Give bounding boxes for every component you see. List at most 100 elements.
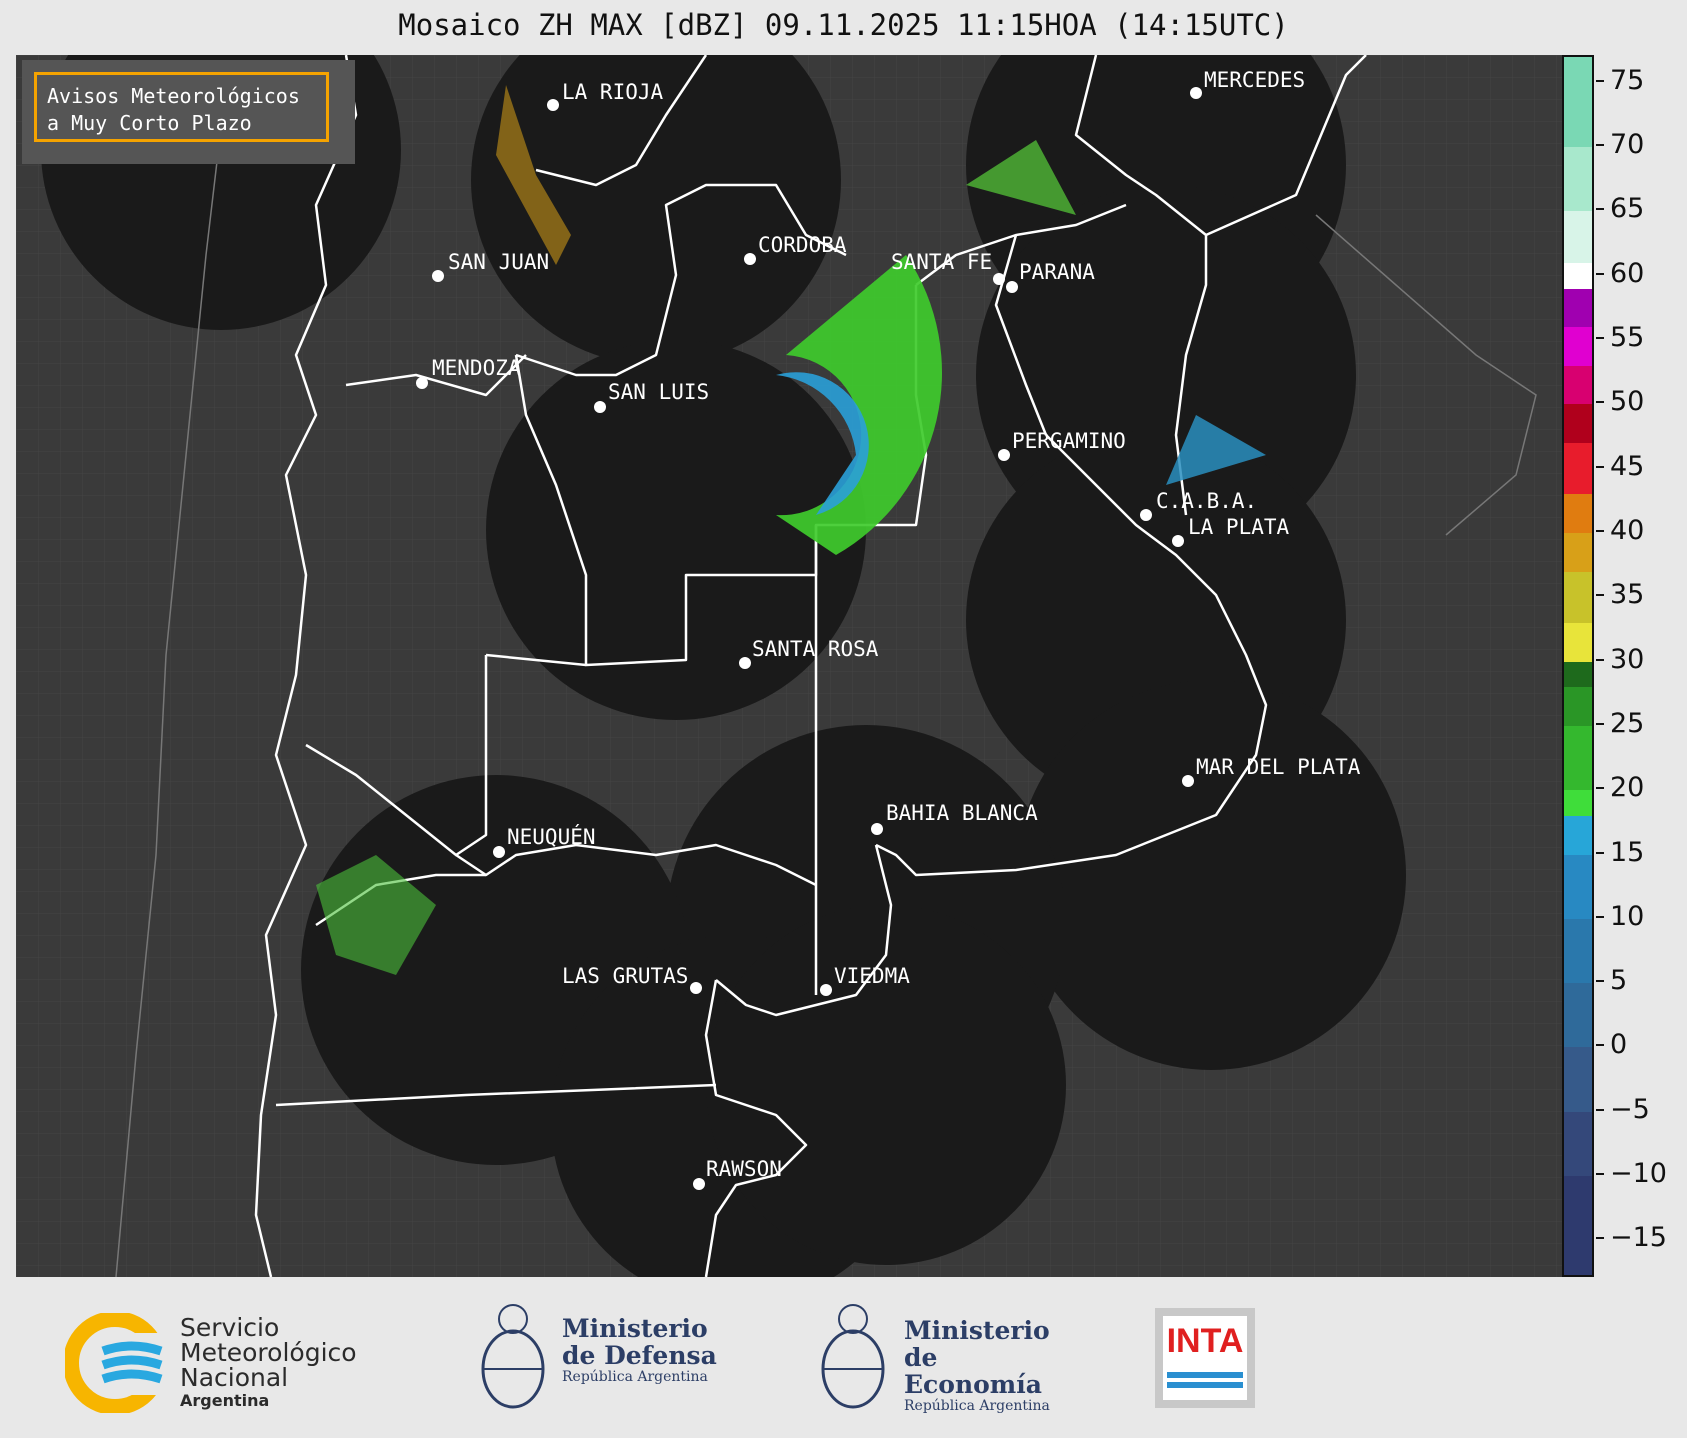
logo-footer: Servicio Meteorológico Nacional Argentin… [0, 1277, 1687, 1438]
colorbar-tick-label: 70 [1610, 129, 1645, 161]
colorbar-tick-label: 5 [1610, 965, 1628, 997]
city-dot [1182, 775, 1194, 787]
city-label: LAS GRUTAS [562, 964, 688, 988]
defensa-line-3: República Argentina [562, 1369, 708, 1385]
colorbar-segment [1564, 211, 1592, 263]
colorbar-segment [1564, 494, 1592, 533]
colorbar-tick [1596, 272, 1604, 275]
colorbar-segment [1564, 571, 1592, 623]
smn-line-2: Meteorológico [180, 1338, 357, 1367]
city-dot [690, 982, 702, 994]
inta-stripe [1167, 1372, 1243, 1378]
city-dot [594, 401, 606, 413]
city-label: SANTA FE [891, 250, 992, 274]
colorbar-tick-label: 30 [1610, 643, 1645, 675]
city-label: SAN LUIS [608, 380, 709, 404]
colorbar-tick [1596, 1108, 1604, 1111]
economia-line-1: Ministerio [904, 1316, 1050, 1345]
colorbar-segment [1564, 147, 1592, 212]
colorbar-segment [1564, 687, 1592, 726]
inta-logo: INTA [1155, 1308, 1255, 1408]
colorbar-tick-label: 50 [1610, 386, 1645, 418]
city-dot [998, 449, 1010, 461]
colorbar-tick [1596, 594, 1604, 597]
smn-logo: Servicio Meteorológico Nacional Argentin… [65, 1307, 385, 1417]
colorbar-tick-label: 25 [1610, 707, 1645, 739]
colorbar-tick-label: 0 [1610, 1029, 1628, 1061]
notice-box: Avisos Meteorológicos a Muy Corto Plazo [34, 72, 329, 142]
colorbar-segment [1564, 1047, 1592, 1112]
colorbar-segment [1564, 532, 1592, 572]
city-dot [416, 377, 428, 389]
colorbar-segment [1564, 725, 1592, 791]
radar-coverage-disc [706, 905, 1066, 1265]
map-title: Mosaico ZH MAX [dBZ] 09.11.2025 11:15HOA… [398, 8, 1289, 42]
colorbar-tick [1596, 1173, 1604, 1176]
radar-coverage-disc [1016, 680, 1406, 1070]
city-label: MENDOZA [432, 356, 521, 380]
colorbar-segment [1564, 622, 1592, 662]
colorbar-tick-label: 35 [1610, 579, 1645, 611]
colorbar-segment [1564, 288, 1592, 328]
city-dot [871, 823, 883, 835]
city-dot [432, 270, 444, 282]
colorbar-segment [1564, 442, 1592, 495]
colorbar-tick-label: −10 [1610, 1158, 1667, 1190]
colorbar-segment [1564, 404, 1592, 443]
dbz-colorbar [1562, 55, 1594, 1277]
colorbar-tick-label: 15 [1610, 836, 1645, 868]
colorbar-tick [1596, 144, 1604, 147]
national-coat-of-arms-icon [821, 1304, 885, 1409]
defensa-line-2: de Defensa [562, 1341, 717, 1370]
city-label: BAHIA BLANCA [886, 801, 1038, 825]
colorbar-tick [1596, 336, 1604, 339]
colorbar-tick-label: −5 [1610, 1093, 1650, 1125]
ministerio-defensa-logo: Ministerio de Defensa República Argentin… [478, 1297, 738, 1422]
notice-panel: Avisos Meteorológicos a Muy Corto Plazo [22, 60, 355, 164]
city-dot [1006, 281, 1018, 293]
city-dot [493, 846, 505, 858]
colorbar-segment [1564, 661, 1592, 688]
city-label: CORDOBA [758, 233, 847, 257]
city-dot [547, 99, 559, 111]
colorbar-tick-label: 40 [1610, 514, 1645, 546]
notice-line-1: Avisos Meteorológicos [47, 84, 300, 108]
colorbar-segment [1564, 365, 1592, 405]
colorbar-segment [1564, 918, 1592, 984]
colorbar-segment [1564, 815, 1592, 855]
city-dot [1140, 509, 1152, 521]
notice-line-2: a Muy Corto Plazo [47, 111, 252, 135]
radar-map[interactable]: LA RIOJA MERCEDES CORDOBA SAN JUAN SANTA… [16, 55, 1562, 1277]
colorbar-tick-label: 10 [1610, 900, 1645, 932]
colorbar-segment [1564, 983, 1592, 1048]
city-label: PERGAMINO [1012, 429, 1126, 453]
city-label: SANTA ROSA [752, 637, 879, 661]
colorbar-segment [1564, 790, 1592, 816]
colorbar-tick [1596, 79, 1604, 82]
colorbar-tick [1596, 980, 1604, 983]
colorbar-segment [1564, 327, 1592, 366]
city-label: MAR DEL PLATA [1196, 755, 1361, 779]
colorbar-tick-label: 75 [1610, 64, 1645, 96]
colorbar-tick-label: 20 [1610, 772, 1645, 804]
colorbar-tick [1596, 722, 1604, 725]
smn-line-4: Argentina [180, 1391, 270, 1410]
national-coat-of-arms-icon [481, 1304, 545, 1409]
inta-wordmark: INTA [1166, 1322, 1244, 1360]
city-dot [739, 657, 751, 669]
colorbar-segment [1564, 1176, 1592, 1275]
ministerio-economia-logo: Ministerio de Economía República Argenti… [818, 1297, 1078, 1422]
colorbar-tick-label: 60 [1610, 257, 1645, 289]
colorbar-tick-label: −15 [1610, 1222, 1667, 1254]
colorbar-tick [1596, 1237, 1604, 1240]
city-dot [744, 253, 756, 265]
radar-map-svg[interactable]: LA RIOJA MERCEDES CORDOBA SAN JUAN SANTA… [16, 55, 1562, 1277]
city-dot [820, 984, 832, 996]
smn-emblem-icon [65, 1313, 165, 1413]
colorbar-tick [1596, 787, 1604, 790]
city-dot [1172, 535, 1184, 547]
colorbar-tick [1596, 465, 1604, 468]
colorbar-tick [1596, 1044, 1604, 1047]
colorbar-tick-label: 55 [1610, 321, 1645, 353]
colorbar-tick [1596, 851, 1604, 854]
